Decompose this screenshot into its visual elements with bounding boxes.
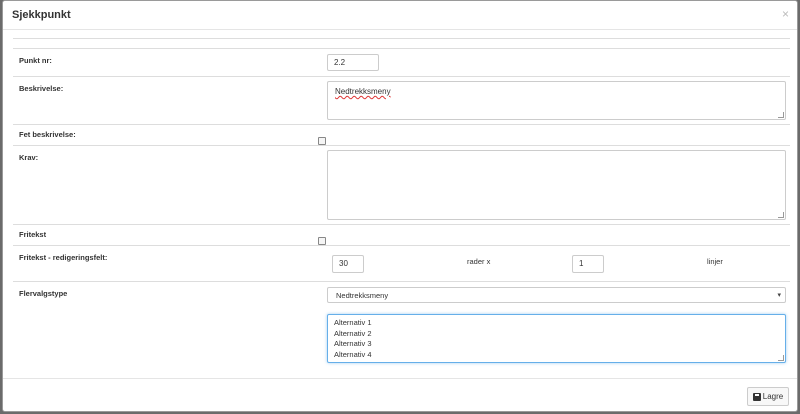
fritekst-checkbox[interactable] <box>318 237 326 245</box>
alternative-option[interactable]: Alternativ 2 <box>334 329 779 340</box>
lines-label: linjer <box>707 257 723 266</box>
flervalgstype-select[interactable]: Nedtrekksmeny ▾ <box>327 287 786 303</box>
row-fritekst-felt: Fritekst - redigeringsfelt: 30 rader x 1… <box>13 245 790 282</box>
resize-handle[interactable] <box>778 212 784 218</box>
row-beskrivelse: Beskrivelse: Nedtrekksmeny <box>13 76 790 125</box>
row-flervalgstype: Flervalgstype Nedtrekksmeny ▾ Alternativ… <box>13 281 790 376</box>
row-fritekst: Fritekst <box>13 224 790 246</box>
lines-input[interactable]: 1 <box>572 255 604 273</box>
beskrivelse-label: Beskrivelse: <box>19 84 64 93</box>
resize-handle[interactable] <box>778 355 784 361</box>
beskrivelse-value: Nedtrekksmeny <box>335 87 391 96</box>
flervalgstype-selected: Nedtrekksmeny <box>336 291 389 300</box>
flervalgstype-label: Flervalgstype <box>19 289 68 298</box>
krav-textarea[interactable] <box>327 150 786 220</box>
row-fet-beskrivelse: Fet beskrivelse: <box>13 124 790 146</box>
fritekst-felt-label: Fritekst - redigeringsfelt: <box>19 253 108 262</box>
resize-handle[interactable] <box>778 112 784 118</box>
rows-label: rader x <box>467 257 491 266</box>
punkt-nr-label: Punkt nr: <box>19 56 52 65</box>
fet-beskrivelse-checkbox[interactable] <box>318 137 326 145</box>
fritekst-label: Fritekst <box>19 230 47 239</box>
punkt-nr-input[interactable]: 2.2 <box>327 54 379 71</box>
alternative-option[interactable]: Alternativ 1 <box>334 318 779 329</box>
checkpoint-modal: Sjekkpunkt × Punkt nr: 2.2 Beskrivelse: … <box>2 0 798 412</box>
fet-beskrivelse-label: Fet beskrivelse: <box>19 130 76 139</box>
alternative-option[interactable]: Alternativ 3 <box>334 339 779 350</box>
save-button[interactable]: Lagre <box>747 387 789 406</box>
floppy-disk-icon <box>752 392 761 401</box>
chevron-down-icon: ▾ <box>777 292 781 299</box>
save-button-label: Lagre <box>762 392 784 401</box>
krav-label: Krav: <box>19 153 39 162</box>
modal-header: Sjekkpunkt × <box>3 1 797 30</box>
beskrivelse-textarea[interactable]: Nedtrekksmeny <box>327 81 786 120</box>
rows-input[interactable]: 30 <box>332 255 364 273</box>
modal-body: Punkt nr: 2.2 Beskrivelse: Nedtrekksmeny… <box>3 30 797 377</box>
modal-footer: Lagre <box>3 378 797 414</box>
close-icon[interactable]: × <box>782 8 789 20</box>
alternatives-listbox[interactable]: Alternativ 1 Alternativ 2 Alternativ 3 A… <box>327 314 786 363</box>
row-krav: Krav: <box>13 145 790 224</box>
alternative-option[interactable]: Alternativ 4 <box>334 350 779 361</box>
modal-title: Sjekkpunkt <box>12 9 71 21</box>
row-punkt-nr: Punkt nr: 2.2 <box>13 48 790 76</box>
